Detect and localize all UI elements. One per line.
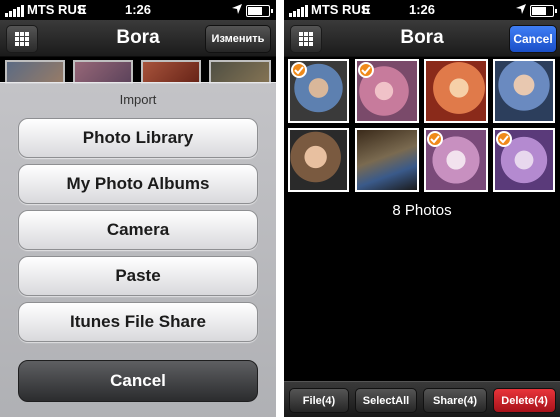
sheet-title: Import (119, 92, 157, 107)
delete-button[interactable]: Delete(4) (493, 388, 556, 413)
selected-checkmark (496, 131, 512, 147)
photo-thumbnail[interactable] (424, 59, 488, 123)
share-button[interactable]: Share(4) (423, 388, 487, 413)
nav-bar: Bora Cancel (284, 20, 560, 57)
itunes-file-share-button[interactable]: Itunes File Share (18, 302, 258, 342)
photo-thumbnail[interactable] (424, 128, 488, 192)
cancel-selection-button[interactable]: Cancel (509, 25, 557, 53)
checkmark-icon (499, 135, 509, 144)
nav-bar: Bora Изменить (0, 20, 276, 57)
photo-library-button[interactable]: Photo Library (18, 118, 258, 158)
photo-thumbnail[interactable] (288, 59, 349, 123)
status-bar: MTS RUS E 1:26 (0, 0, 276, 20)
photo-thumbnail[interactable] (288, 128, 349, 192)
status-bar: MTS RUS E 1:26 (284, 0, 560, 20)
cancel-button[interactable]: Cancel (18, 360, 258, 402)
checkmark-icon (294, 66, 304, 75)
photo-count-label: 8 Photos (392, 202, 452, 219)
battery-icon (530, 5, 557, 17)
photo-thumbnail[interactable] (493, 59, 555, 123)
photo-thumbnail[interactable] (355, 128, 419, 192)
paste-button[interactable]: Paste (18, 256, 258, 296)
checkmark-icon (430, 135, 440, 144)
selected-checkmark (427, 131, 443, 147)
location-arrow-icon (232, 4, 242, 14)
camera-button[interactable]: Camera (18, 210, 258, 250)
selected-checkmark (358, 62, 374, 78)
battery-icon (246, 5, 273, 17)
photo-thumbnail[interactable] (493, 128, 555, 192)
photo-thumbnail[interactable] (355, 59, 419, 123)
right-screen: MTS RUS E 1:26 Bora Cancel 8 Photos File… (284, 0, 560, 417)
checkmark-icon (361, 66, 371, 75)
my-photo-albums-button[interactable]: My Photo Albums (18, 164, 258, 204)
file-button[interactable]: File(4) (289, 388, 349, 413)
location-arrow-icon (516, 4, 526, 14)
import-action-sheet: Import Photo Library My Photo Albums Cam… (0, 82, 276, 417)
selected-checkmark (291, 62, 307, 78)
edit-button[interactable]: Изменить (205, 25, 271, 53)
bottom-toolbar: File(4) SelectAll Share(4) Delete(4) (284, 381, 560, 417)
select-all-button[interactable]: SelectAll (355, 388, 417, 413)
left-screen: MTS RUS E 1:26 Bora Изменить Import Phot… (0, 0, 276, 417)
